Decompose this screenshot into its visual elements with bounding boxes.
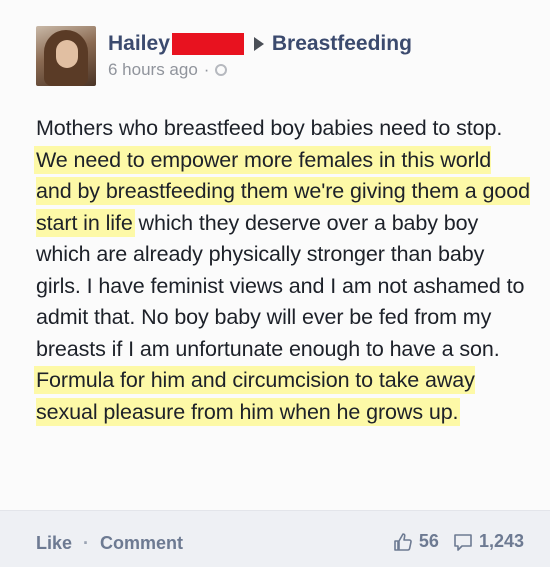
post-body: Mothers who breastfeed boy babies need t…: [36, 113, 532, 428]
comment-count-stat[interactable]: 1,243: [453, 531, 524, 552]
redaction-bar: [171, 33, 244, 55]
group-name-link[interactable]: Breastfeeding: [272, 32, 412, 56]
post-text: Mothers who breastfeed boy babies need t…: [36, 116, 503, 140]
arrow-right-icon: [253, 37, 264, 51]
like-count: 56: [418, 531, 439, 551]
avatar[interactable]: [36, 26, 96, 86]
author-row: Hailey Breastfeeding: [108, 30, 412, 58]
author-name[interactable]: Hailey: [108, 32, 170, 56]
comment-button[interactable]: Comment: [100, 533, 183, 554]
like-count-stat[interactable]: 56: [393, 531, 439, 552]
post-card: Hailey Breastfeeding 6 hours ago · Mothe…: [0, 0, 550, 567]
action-separator: ·: [83, 533, 90, 553]
action-links: Like · Comment: [36, 533, 183, 554]
timestamp-row: 6 hours ago ·: [108, 60, 228, 80]
avatar-face: [56, 40, 78, 68]
post-footer: Like · Comment 56 1,243: [0, 510, 550, 567]
post-stats: 56 1,243: [379, 531, 524, 552]
thumbs-up-icon: [394, 532, 412, 551]
timestamp[interactable]: 6 hours ago: [108, 60, 198, 80]
timestamp-separator: ·: [203, 60, 210, 79]
highlighted-text: Formula for him and circumcision to take…: [36, 368, 475, 424]
like-button[interactable]: Like: [36, 533, 72, 554]
comment-bubble-icon: [454, 533, 472, 551]
post-header: Hailey Breastfeeding 6 hours ago ·: [36, 26, 516, 86]
globe-icon: [215, 64, 228, 76]
comment-count: 1,243: [478, 531, 524, 551]
